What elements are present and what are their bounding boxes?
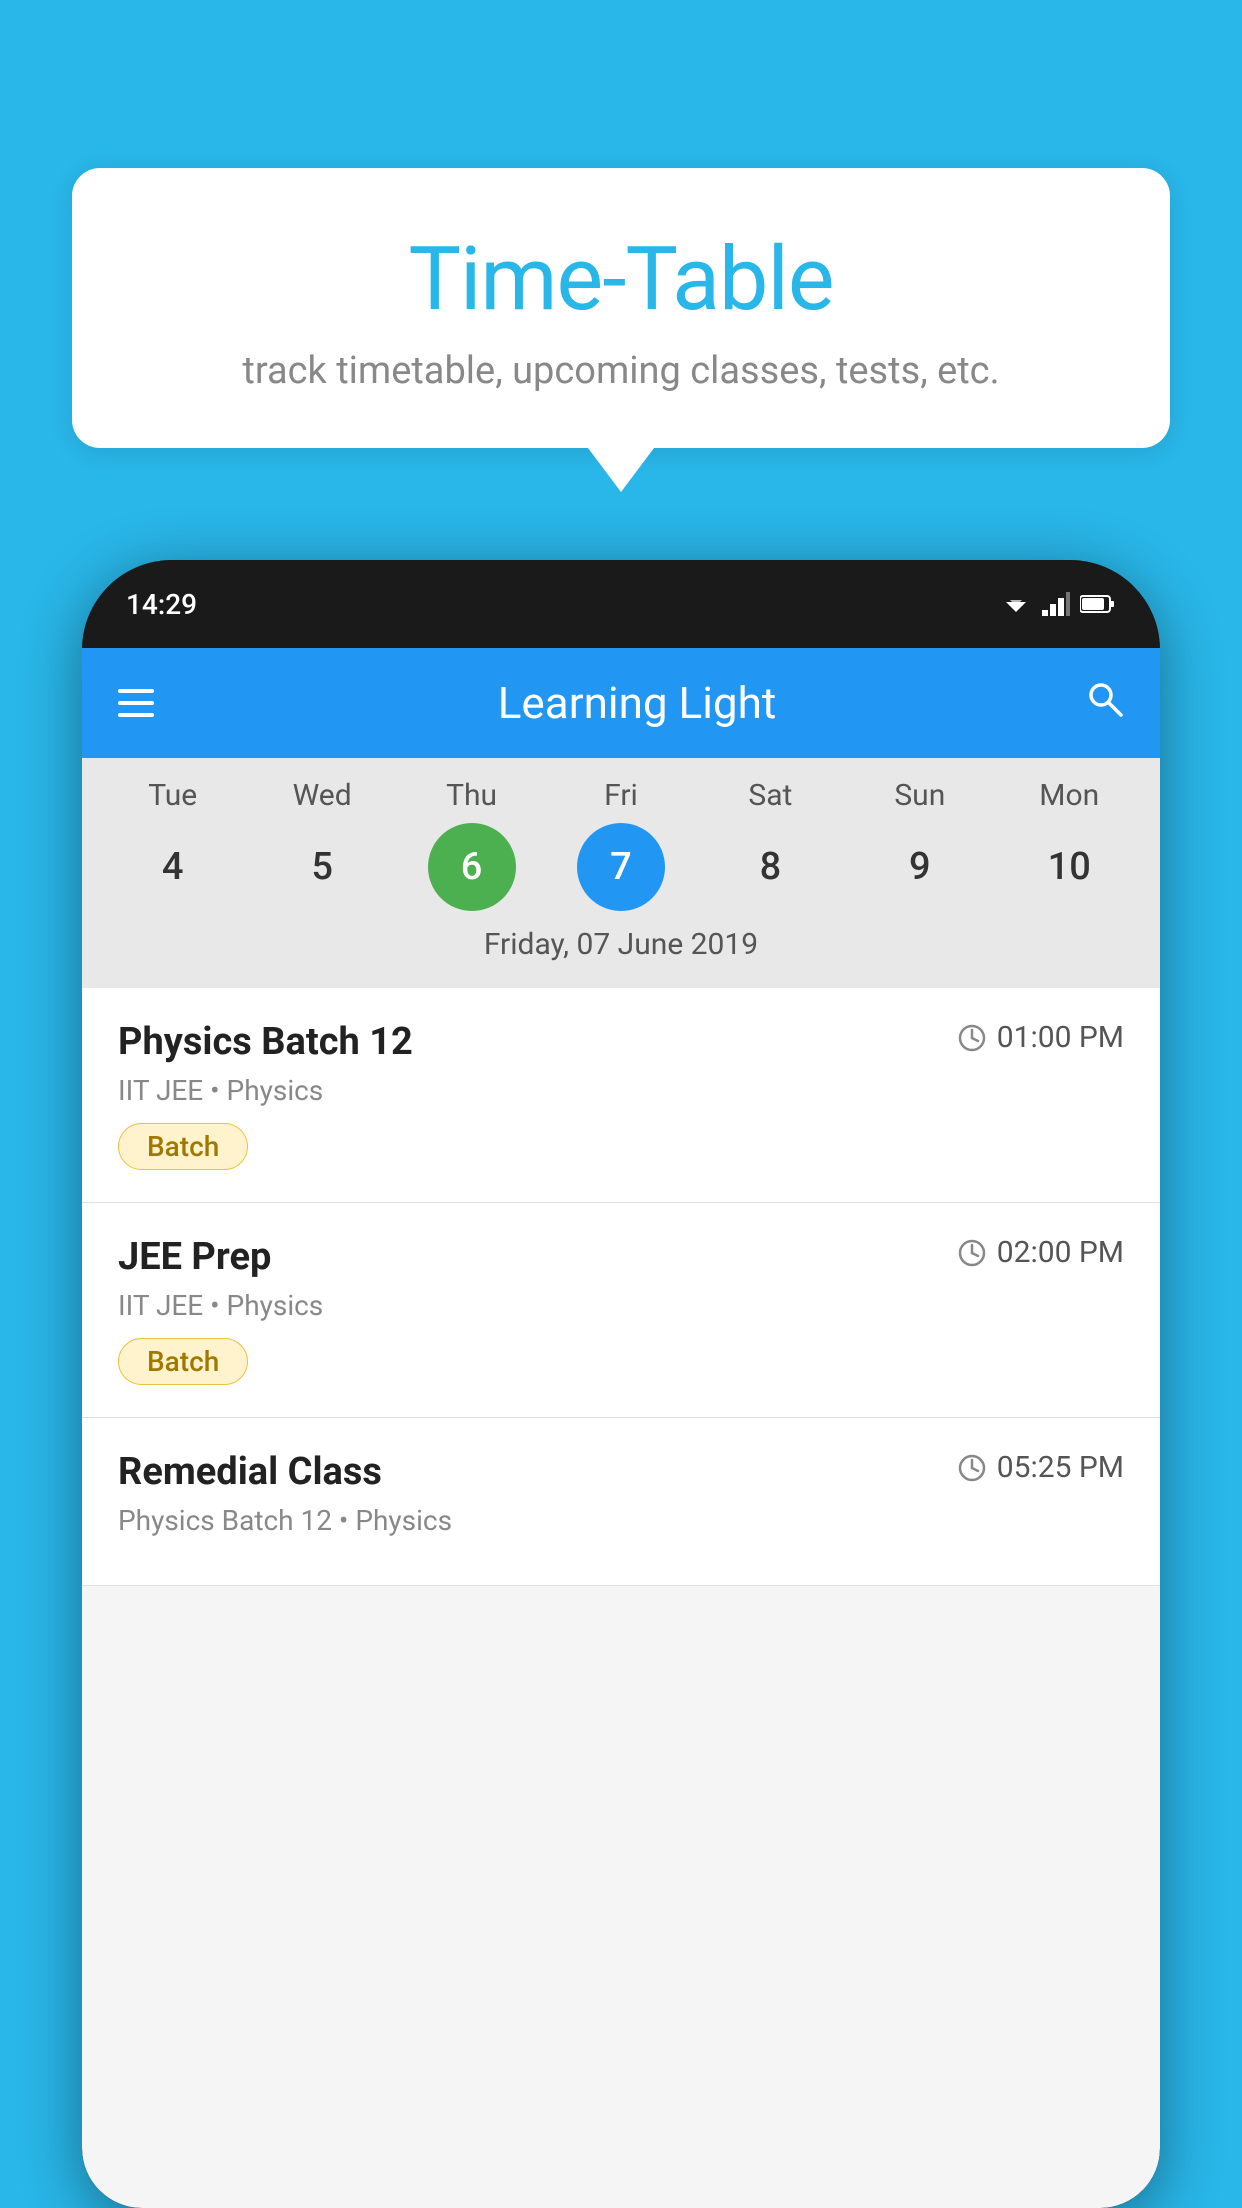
battery-icon <box>1080 594 1116 614</box>
schedule-item-2[interactable]: JEE Prep 02:00 PM IIT JEE • Physics Batc… <box>82 1203 1160 1418</box>
calendar-strip: Tue Wed Thu Fri Sat Sun Mon 4 5 6 7 8 9 … <box>82 758 1160 988</box>
schedule-item-2-time: 02:00 PM <box>957 1235 1124 1270</box>
search-button[interactable] <box>1084 677 1124 729</box>
schedule-item-1[interactable]: Physics Batch 12 01:00 PM IIT JEE • Phys… <box>82 988 1160 1203</box>
tooltip-subtitle: track timetable, upcoming classes, tests… <box>132 349 1110 393</box>
day-4[interactable]: 4 <box>129 823 217 911</box>
day-header-mon: Mon <box>1025 778 1113 813</box>
schedule-item-1-sub: IIT JEE • Physics <box>118 1074 1124 1107</box>
signal-icon <box>1042 592 1070 616</box>
schedule-item-1-time: 01:00 PM <box>957 1020 1124 1055</box>
tooltip-title: Time-Table <box>132 228 1110 331</box>
day-5[interactable]: 5 <box>278 823 366 911</box>
day-header-wed: Wed <box>278 778 366 813</box>
schedule-item-2-sub: IIT JEE • Physics <box>118 1289 1124 1322</box>
wifi-icon <box>1000 592 1032 616</box>
schedule-list: Physics Batch 12 01:00 PM IIT JEE • Phys… <box>82 988 1160 1586</box>
batch-badge-1: Batch <box>118 1123 248 1170</box>
phone-frame: 14:29 <box>82 560 1160 2208</box>
day-6-today[interactable]: 6 <box>428 823 516 911</box>
hamburger-button[interactable] <box>118 689 154 717</box>
status-icons <box>1000 592 1116 616</box>
app-bar: Learning Light <box>82 648 1160 758</box>
schedule-item-1-title: Physics Batch 12 <box>118 1020 413 1064</box>
clock-icon-3 <box>957 1453 987 1483</box>
schedule-item-3-header: Remedial Class 05:25 PM <box>118 1450 1124 1494</box>
batch-badge-2: Batch <box>118 1338 248 1385</box>
schedule-item-3-sub: Physics Batch 12 • Physics <box>118 1504 1124 1537</box>
selected-date-label: Friday, 07 June 2019 <box>82 927 1160 978</box>
phone-screen: Learning Light Tue Wed Thu Fri Sat Sun M… <box>82 648 1160 2208</box>
day-10[interactable]: 10 <box>1025 823 1113 911</box>
day-7-selected[interactable]: 7 <box>577 823 665 911</box>
day-header-sun: Sun <box>876 778 964 813</box>
app-title: Learning Light <box>190 677 1084 729</box>
schedule-item-2-header: JEE Prep 02:00 PM <box>118 1235 1124 1279</box>
day-header-thu: Thu <box>428 778 516 813</box>
day-headers: Tue Wed Thu Fri Sat Sun Mon <box>82 778 1160 813</box>
tooltip-card: Time-Table track timetable, upcoming cla… <box>72 168 1170 448</box>
status-time: 14:29 <box>126 588 197 621</box>
day-header-sat: Sat <box>726 778 814 813</box>
status-bar: 14:29 <box>82 560 1160 648</box>
day-8[interactable]: 8 <box>726 823 814 911</box>
schedule-item-3-time: 05:25 PM <box>957 1450 1124 1485</box>
schedule-item-1-header: Physics Batch 12 01:00 PM <box>118 1020 1124 1064</box>
clock-icon-2 <box>957 1238 987 1268</box>
day-header-tue: Tue <box>129 778 217 813</box>
schedule-item-3[interactable]: Remedial Class 05:25 PM Physics Batch 12… <box>82 1418 1160 1586</box>
day-header-fri: Fri <box>577 778 665 813</box>
day-9[interactable]: 9 <box>876 823 964 911</box>
schedule-item-3-title: Remedial Class <box>118 1450 382 1494</box>
clock-icon-1 <box>957 1023 987 1053</box>
day-numbers: 4 5 6 7 8 9 10 <box>82 823 1160 911</box>
schedule-item-2-title: JEE Prep <box>118 1235 271 1279</box>
